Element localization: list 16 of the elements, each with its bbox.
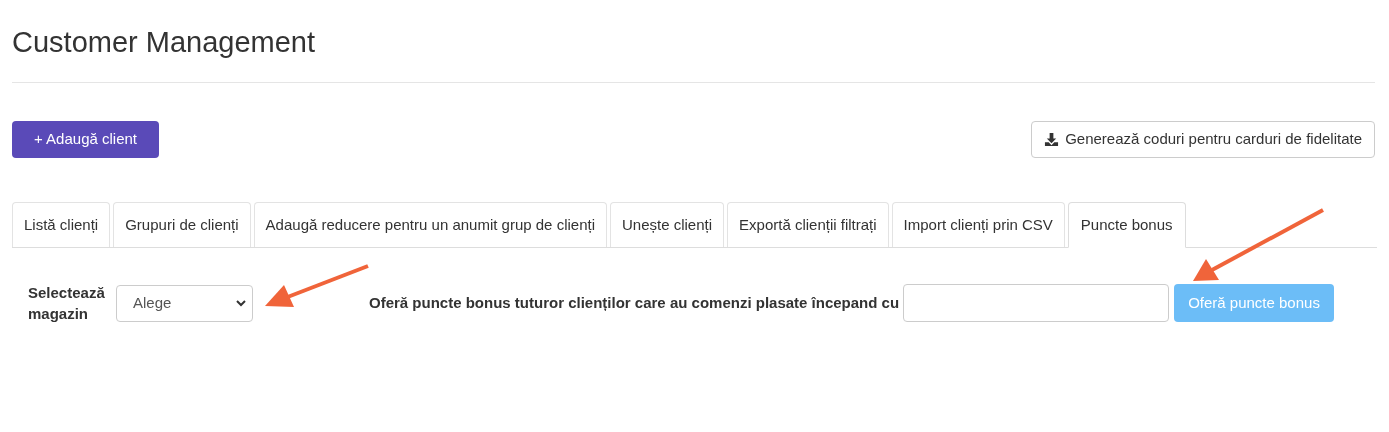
tab[interactable]: Unește clienți xyxy=(610,202,725,247)
tab[interactable]: Import clienți prin CSV xyxy=(891,202,1065,247)
tab[interactable]: Grupuri de clienți xyxy=(113,202,251,247)
chevron-down-icon xyxy=(236,299,246,307)
download-icon xyxy=(1044,132,1060,147)
page-title: Customer Management xyxy=(12,25,317,60)
date-label: Oferă puncte bonus tuturor clienților care au comenzi plasate începand cu xyxy=(369,292,900,313)
tab[interactable]: Listă clienți xyxy=(12,202,111,247)
generate-codes-button[interactable]: Generează coduri pentru carduri de fidelitate xyxy=(1031,121,1375,158)
store-label: Selectează magazin xyxy=(27,283,104,324)
add-client-button[interactable]: + Adaugă client xyxy=(12,121,159,158)
tab[interactable]: Exportă clienții filtrați xyxy=(727,202,889,247)
tab[interactable]: Adaugă reducere pentru un anumit grup de clienți xyxy=(253,202,607,247)
tab[interactable]: Puncte bonus xyxy=(1067,202,1186,248)
store-select[interactable]: Alege xyxy=(116,284,253,322)
date-input-field[interactable] xyxy=(903,284,1170,322)
